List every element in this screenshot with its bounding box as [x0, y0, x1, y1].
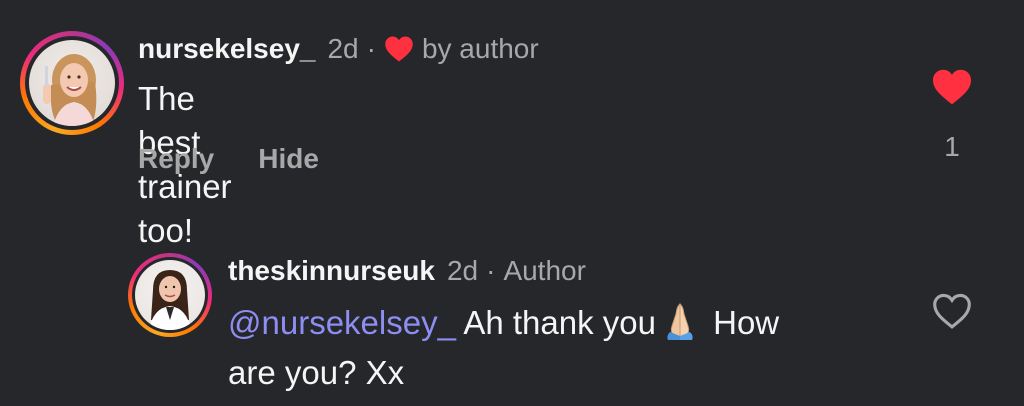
- comment-text-line2: are you? Xx: [228, 354, 405, 391]
- comment-time: 2d: [446, 255, 479, 286]
- folded-hands-emoji-icon: [660, 300, 700, 351]
- username[interactable]: theskinnurseuk: [228, 254, 435, 288]
- separator-dot: ·: [486, 255, 496, 286]
- avatar[interactable]: [20, 31, 124, 135]
- heart-filled-icon: [933, 69, 971, 105]
- author-badge: Author: [503, 255, 586, 286]
- heart-outline-icon: [933, 293, 971, 329]
- separator-dot: ·: [366, 33, 376, 64]
- liked-by-author-heart-icon: [384, 35, 414, 63]
- avatar[interactable]: [128, 253, 212, 337]
- reply-button[interactable]: Reply: [138, 143, 214, 175]
- comment-header: theskinnurseuk 2d · Author: [228, 254, 586, 288]
- like-button[interactable]: [931, 292, 973, 335]
- avatar-gap: [132, 257, 208, 333]
- comment-text-part1: Ah thank you: [463, 304, 656, 342]
- like-count: 1: [944, 131, 960, 162]
- like-button[interactable]: [931, 68, 973, 111]
- liked-by-author-label: by author: [421, 33, 539, 64]
- comment-time: 2d: [327, 33, 359, 64]
- hide-button[interactable]: Hide: [258, 143, 319, 175]
- username[interactable]: nursekelsey_: [138, 32, 315, 66]
- user-photo-icon: [43, 54, 97, 126]
- avatar-photo: [29, 40, 115, 126]
- user-photo-icon: [149, 270, 191, 330]
- comment-text-part2: How: [713, 304, 780, 342]
- mention-link[interactable]: @nursekelsey_: [228, 304, 456, 341]
- avatar-gap: [25, 36, 119, 130]
- comment-actions: Reply Hide: [138, 143, 363, 175]
- comment-text: @nursekelsey_ Ah thank you How are you? …: [228, 300, 888, 395]
- avatar-photo: [135, 260, 205, 330]
- comment-header: nursekelsey_ 2d · by author: [138, 32, 539, 66]
